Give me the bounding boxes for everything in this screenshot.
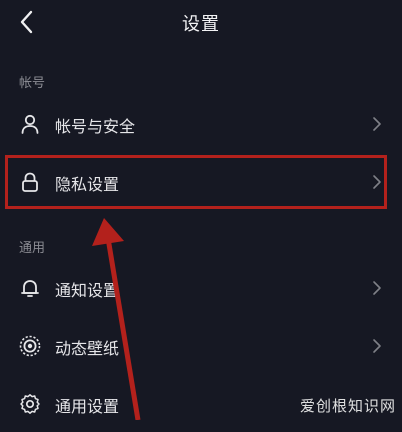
section-title-account: 帐号 xyxy=(19,76,46,91)
row-label: 帐号与安全 xyxy=(55,117,136,136)
live-wallpaper-icon xyxy=(19,335,41,357)
account-security-row[interactable]: 帐号与安全 xyxy=(0,98,402,152)
chevron-right-icon xyxy=(373,117,381,131)
row-label: 通知设置 xyxy=(55,281,120,300)
section-title-general: 通用 xyxy=(19,241,46,256)
bell-icon xyxy=(21,280,39,297)
watermark: 爱创根知识网 xyxy=(299,397,396,415)
chevron-right-icon xyxy=(373,281,381,295)
row-label: 通用设置 xyxy=(55,397,120,416)
live-wallpaper-row[interactable]: 动态壁纸 xyxy=(0,320,402,374)
chevron-right-icon xyxy=(373,339,381,353)
notification-settings-row[interactable]: 通知设置 xyxy=(0,262,402,316)
top-bar: 设置 xyxy=(0,0,402,48)
row-label: 动态壁纸 xyxy=(55,339,120,358)
gear-icon xyxy=(20,394,40,414)
highlight-box xyxy=(5,155,387,209)
user-icon xyxy=(21,114,39,134)
page-title: 设置 xyxy=(182,14,220,35)
